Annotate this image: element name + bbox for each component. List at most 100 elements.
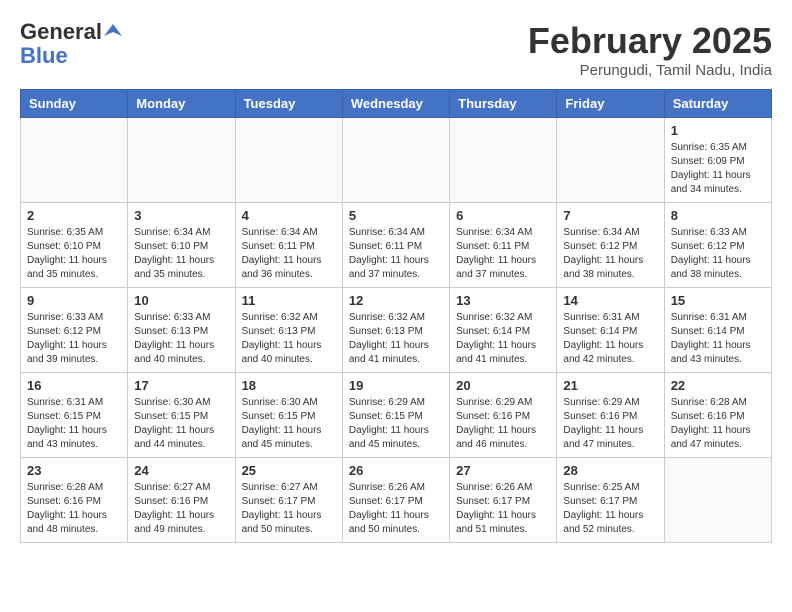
day-number: 27 (456, 463, 550, 478)
calendar-week-4: 16 Sunrise: 6:31 AM Sunset: 6:15 PM Dayli… (21, 373, 772, 458)
day-info: Sunrise: 6:29 AM Sunset: 6:16 PM Dayligh… (456, 396, 550, 452)
day-number: 21 (563, 378, 657, 393)
calendar-header-row: SundayMondayTuesdayWednesdayThursdayFrid… (21, 90, 772, 118)
calendar-table: SundayMondayTuesdayWednesdayThursdayFrid… (20, 89, 772, 543)
calendar-cell (235, 118, 342, 203)
calendar-cell: 15 Sunrise: 6:31 AM Sunset: 6:14 PM Dayli… (664, 288, 771, 373)
calendar-cell: 14Sunrise: 6:31 AM Sunset: 6:14 PM Dayli… (557, 288, 664, 373)
day-number: 4 (242, 208, 336, 223)
day-info: Sunrise: 6:34 AM Sunset: 6:11 PM Dayligh… (242, 226, 336, 282)
calendar-cell: 13 Sunrise: 6:32 AM Sunset: 6:14 PM Dayli… (450, 288, 557, 373)
title-area: February 2025 Perungudi, Tamil Nadu, Ind… (528, 20, 772, 79)
logo-blue-text: Blue (20, 44, 122, 68)
calendar-cell (128, 118, 235, 203)
calendar-cell (557, 118, 664, 203)
calendar-cell: 11 Sunrise: 6:32 AM Sunset: 6:13 PM Dayli… (235, 288, 342, 373)
calendar-cell: 10 Sunrise: 6:33 AM Sunset: 6:13 PM Dayli… (128, 288, 235, 373)
day-info: Sunrise: 6:34 AM Sunset: 6:12 PM Dayligh… (563, 226, 657, 282)
day-number: 11 (242, 293, 336, 308)
location-subtitle: Perungudi, Tamil Nadu, India (528, 62, 772, 79)
day-info: Sunrise: 6:31 AM Sunset: 6:14 PM Dayligh… (563, 311, 657, 367)
day-number: 9 (27, 293, 121, 308)
calendar-cell: 27 Sunrise: 6:26 AM Sunset: 6:17 PM Dayli… (450, 458, 557, 543)
logo: General Blue (20, 20, 122, 68)
day-number: 28 (563, 463, 657, 478)
day-info: Sunrise: 6:33 AM Sunset: 6:12 PM Dayligh… (671, 226, 765, 282)
calendar-week-3: 9 Sunrise: 6:33 AM Sunset: 6:12 PM Daylig… (21, 288, 772, 373)
day-number: 25 (242, 463, 336, 478)
day-number: 22 (671, 378, 765, 393)
day-info: Sunrise: 6:34 AM Sunset: 6:11 PM Dayligh… (456, 226, 550, 282)
page-header: General Blue February 2025 Perungudi, Ta… (20, 20, 772, 79)
calendar-cell: 9 Sunrise: 6:33 AM Sunset: 6:12 PM Daylig… (21, 288, 128, 373)
day-info: Sunrise: 6:33 AM Sunset: 6:12 PM Dayligh… (27, 311, 121, 367)
calendar-cell: 2 Sunrise: 6:35 AM Sunset: 6:10 PM Daylig… (21, 203, 128, 288)
day-number: 19 (349, 378, 443, 393)
day-info: Sunrise: 6:31 AM Sunset: 6:14 PM Dayligh… (671, 311, 765, 367)
calendar-week-1: 1Sunrise: 6:35 AM Sunset: 6:09 PM Daylig… (21, 118, 772, 203)
calendar-cell: 5 Sunrise: 6:34 AM Sunset: 6:11 PM Daylig… (342, 203, 449, 288)
calendar-cell: 18 Sunrise: 6:30 AM Sunset: 6:15 PM Dayli… (235, 373, 342, 458)
day-info: Sunrise: 6:25 AM Sunset: 6:17 PM Dayligh… (563, 481, 657, 537)
calendar-cell: 7 Sunrise: 6:34 AM Sunset: 6:12 PM Daylig… (557, 203, 664, 288)
day-info: Sunrise: 6:30 AM Sunset: 6:15 PM Dayligh… (242, 396, 336, 452)
calendar-cell: 23 Sunrise: 6:28 AM Sunset: 6:16 PM Dayli… (21, 458, 128, 543)
calendar-cell (21, 118, 128, 203)
day-info: Sunrise: 6:29 AM Sunset: 6:15 PM Dayligh… (349, 396, 443, 452)
day-number: 18 (242, 378, 336, 393)
calendar-cell: 12 Sunrise: 6:32 AM Sunset: 6:13 PM Dayli… (342, 288, 449, 373)
day-info: Sunrise: 6:28 AM Sunset: 6:16 PM Dayligh… (27, 481, 121, 537)
day-info: Sunrise: 6:26 AM Sunset: 6:17 PM Dayligh… (456, 481, 550, 537)
day-info: Sunrise: 6:32 AM Sunset: 6:13 PM Dayligh… (242, 311, 336, 367)
weekday-header-tuesday: Tuesday (235, 90, 342, 118)
calendar-week-2: 2 Sunrise: 6:35 AM Sunset: 6:10 PM Daylig… (21, 203, 772, 288)
day-number: 17 (134, 378, 228, 393)
day-number: 26 (349, 463, 443, 478)
calendar-cell: 26Sunrise: 6:26 AM Sunset: 6:17 PM Dayli… (342, 458, 449, 543)
calendar-cell (664, 458, 771, 543)
weekday-header-monday: Monday (128, 90, 235, 118)
day-number: 24 (134, 463, 228, 478)
calendar-cell: 20 Sunrise: 6:29 AM Sunset: 6:16 PM Dayli… (450, 373, 557, 458)
day-number: 12 (349, 293, 443, 308)
calendar-cell: 25 Sunrise: 6:27 AM Sunset: 6:17 PM Dayli… (235, 458, 342, 543)
day-info: Sunrise: 6:33 AM Sunset: 6:13 PM Dayligh… (134, 311, 228, 367)
day-info: Sunrise: 6:34 AM Sunset: 6:11 PM Dayligh… (349, 226, 443, 282)
calendar-cell: 24 Sunrise: 6:27 AM Sunset: 6:16 PM Dayli… (128, 458, 235, 543)
day-number: 2 (27, 208, 121, 223)
day-info: Sunrise: 6:28 AM Sunset: 6:16 PM Dayligh… (671, 396, 765, 452)
day-number: 8 (671, 208, 765, 223)
calendar-cell: 21 Sunrise: 6:29 AM Sunset: 6:16 PM Dayli… (557, 373, 664, 458)
weekday-header-friday: Friday (557, 90, 664, 118)
day-info: Sunrise: 6:34 AM Sunset: 6:10 PM Dayligh… (134, 226, 228, 282)
day-info: Sunrise: 6:31 AM Sunset: 6:15 PM Dayligh… (27, 396, 121, 452)
day-number: 5 (349, 208, 443, 223)
day-info: Sunrise: 6:29 AM Sunset: 6:16 PM Dayligh… (563, 396, 657, 452)
day-number: 20 (456, 378, 550, 393)
day-info: Sunrise: 6:32 AM Sunset: 6:14 PM Dayligh… (456, 311, 550, 367)
day-info: Sunrise: 6:32 AM Sunset: 6:13 PM Dayligh… (349, 311, 443, 367)
day-info: Sunrise: 6:35 AM Sunset: 6:10 PM Dayligh… (27, 226, 121, 282)
day-number: 13 (456, 293, 550, 308)
logo-bird-icon (104, 22, 122, 40)
day-number: 10 (134, 293, 228, 308)
calendar-cell: 1Sunrise: 6:35 AM Sunset: 6:09 PM Daylig… (664, 118, 771, 203)
calendar-cell: 28 Sunrise: 6:25 AM Sunset: 6:17 PM Dayli… (557, 458, 664, 543)
calendar-cell: 8 Sunrise: 6:33 AM Sunset: 6:12 PM Daylig… (664, 203, 771, 288)
day-number: 7 (563, 208, 657, 223)
weekday-header-sunday: Sunday (21, 90, 128, 118)
day-number: 23 (27, 463, 121, 478)
calendar-cell: 19 Sunrise: 6:29 AM Sunset: 6:15 PM Dayli… (342, 373, 449, 458)
weekday-header-saturday: Saturday (664, 90, 771, 118)
day-info: Sunrise: 6:27 AM Sunset: 6:17 PM Dayligh… (242, 481, 336, 537)
day-number: 15 (671, 293, 765, 308)
day-number: 1 (671, 123, 765, 138)
day-info: Sunrise: 6:27 AM Sunset: 6:16 PM Dayligh… (134, 481, 228, 537)
day-number: 3 (134, 208, 228, 223)
calendar-cell (450, 118, 557, 203)
day-number: 16 (27, 378, 121, 393)
logo-general-text: General (20, 20, 102, 44)
weekday-header-wednesday: Wednesday (342, 90, 449, 118)
day-info: Sunrise: 6:30 AM Sunset: 6:15 PM Dayligh… (134, 396, 228, 452)
calendar-cell: 16 Sunrise: 6:31 AM Sunset: 6:15 PM Dayli… (21, 373, 128, 458)
